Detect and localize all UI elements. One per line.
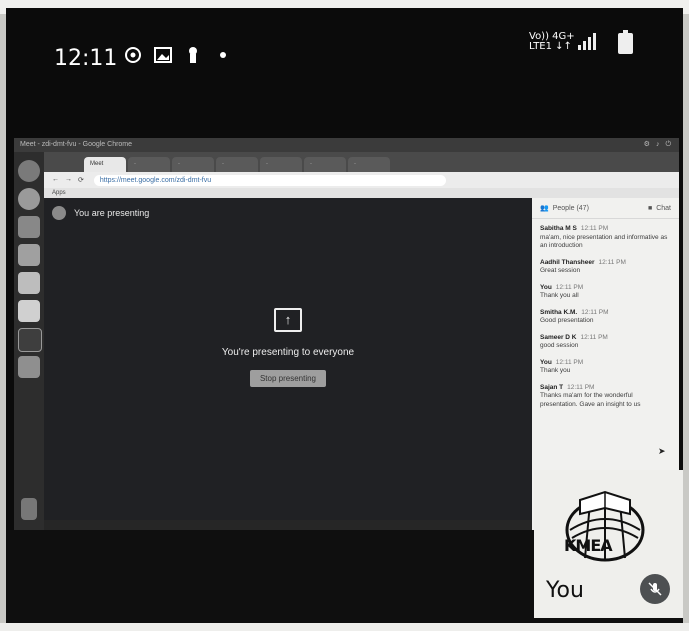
apps-shortcut[interactable]: Apps [52,190,66,196]
chat-message: Sajan T 12:11 PM Thanks ma'am for the wond… [532,378,679,412]
back-icon[interactable]: ← [52,176,59,184]
presenting-banner-text: You are presenting [74,208,150,218]
notification-icons [124,46,232,64]
browser-tab-strip: Meet · · · · · · [44,152,679,172]
browser-tab[interactable]: · [128,157,170,172]
mic-off-icon[interactable] [640,574,670,604]
launcher-home-icon[interactable] [18,160,40,182]
chat-message: Sabitha M S 12:11 PM ma'am, nice presentat… [532,219,679,253]
browser-tab[interactable]: · [260,157,302,172]
phone-status-bar: 12:11 Vo)) 4G+ LTE1 ↓↑ [6,8,683,98]
whatsapp-icon [124,46,142,64]
chat-time: 12:11 PM [598,258,626,266]
chat-text: Thank you all [540,292,579,299]
tray-icon[interactable]: ⚙ [644,138,650,152]
chat-time: 12:11 PM [581,308,609,316]
chat-sender: Sabitha M S [540,225,577,232]
self-video-tile: KMEA You [534,470,683,618]
url-field[interactable]: https://meet.google.com/zdi-dmt-fvu [93,174,446,186]
launcher-app-icon[interactable] [18,244,40,266]
nav-buttons: ← → ⟳ [52,176,84,184]
chat-message: Smitha K.M. 12:11 PM Good presentation [532,303,679,328]
chat-messages: Sabitha M S 12:11 PM ma'am, nice presentat… [532,219,679,411]
launcher-app-icon[interactable] [18,300,40,322]
address-bar: ← → ⟳ https://meet.google.com/zdi-dmt-fv… [44,172,679,188]
launcher-terminal-icon[interactable] [18,328,42,352]
browser-tab[interactable]: · [348,157,390,172]
chat-text: ma'am, nice presentation and informative… [540,233,668,250]
network-indicator: Vo)) 4G+ LTE1 ↓↑ [529,31,575,52]
tray-icon[interactable]: ⏻ [665,138,671,152]
window-title: Meet - zdi-dmt-fvu - Google Chrome [20,141,133,148]
battery-icon [618,30,633,54]
chat-time: 12:11 PM [567,383,595,391]
browser-tab[interactable]: · [216,157,258,172]
meet-stage: You are presenting You're presenting to … [44,198,532,520]
forward-icon[interactable]: → [65,176,72,184]
presenting-banner: You are presenting [52,206,149,220]
avatar [52,206,66,220]
launcher-browser-icon[interactable] [18,188,40,210]
chat-time: 12:11 PM [555,358,584,366]
photo-bottom-edge [0,623,689,631]
chat-text: good session [540,342,579,349]
dot-icon [214,46,232,64]
system-tray: ⚙ ♪ ⏻ [644,138,671,152]
tray-icon[interactable]: ♪ [656,138,660,152]
chat-sender: You [540,358,552,366]
status-clock: 12:11 [54,46,118,71]
present-screen-icon [274,308,302,332]
signal-bars-icon [578,32,596,50]
photo-frame: 12:11 Vo)) 4G+ LTE1 ↓↑ Meet - zdi-dmt-fv… [6,8,683,626]
chat-message: Aadhil Thansheer 12:11 PM Great session [532,253,679,278]
mouse-cursor-icon: ➤ [658,446,666,456]
tab-people[interactable]: 👥 People (47) [540,204,589,213]
logo-text: KMEA [564,536,613,555]
launcher-app-icon[interactable] [18,272,40,294]
browser-tab[interactable]: · [172,157,214,172]
chat-message: You 12:11 PM Thank you all [532,278,679,303]
chat-text: Thank you [540,367,571,374]
tab-meet[interactable]: Meet [84,157,126,172]
panel-tabs: 👥 People (47) ■ Chat [532,198,679,219]
ubuntu-top-bar: Meet - zdi-dmt-fvu - Google Chrome ⚙ ♪ ⏻ [14,138,679,152]
chat-sender: Aadhil Thansheer [540,258,595,266]
people-icon: 👥 [540,205,549,212]
chat-message: Sameer D K 12:11 PM good session [532,328,679,353]
presenting-notice: You're presenting to everyone Stop prese… [44,308,532,387]
chat-sender: Smitha K.M. [540,308,578,316]
chat-time: 12:11 PM [580,333,608,341]
participant-name: You [546,578,584,603]
chat-sender: Sajan T [540,383,564,391]
chat-sender: Sameer D K [540,333,577,341]
chat-icon: ■ [647,204,653,212]
tab-chat[interactable]: ■ Chat [648,204,671,212]
launcher-trash-icon[interactable] [21,498,37,520]
chat-text: Thanks ma'am for the wonderful presentat… [540,392,641,408]
launcher-files-icon[interactable] [18,216,40,238]
browser-tab[interactable]: · [304,157,346,172]
chat-text: Great session [540,267,581,274]
gallery-icon [154,46,172,64]
presenting-message: You're presenting to everyone [221,347,355,358]
chat-sender: You [540,283,552,291]
reload-icon[interactable]: ⟳ [78,176,84,184]
chat-time: 12:11 PM [580,225,609,232]
bookmarks-bar: Apps [44,188,679,198]
stop-presenting-button[interactable]: Stop presenting [249,370,327,387]
launcher-settings-icon[interactable] [18,356,40,378]
ubuntu-launcher [14,152,44,530]
keyhole-icon [184,46,202,64]
chat-time: 12:11 PM [555,283,584,291]
chat-text: Good presentation [540,317,594,324]
chat-message: You 12:11 PM Thank you [532,353,679,378]
